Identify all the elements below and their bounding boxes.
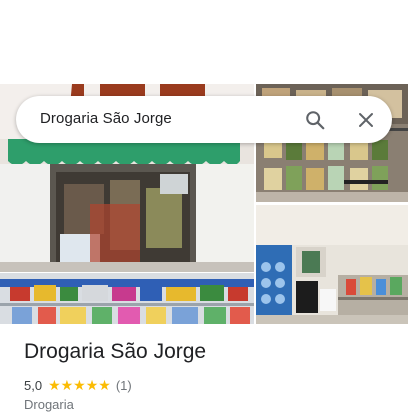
search-box[interactable]: Drogaria São Jorge bbox=[16, 96, 392, 143]
clear-search-button[interactable] bbox=[352, 106, 380, 134]
close-icon bbox=[359, 113, 373, 127]
rating-summary: 5,0 ★★★★★ (1) bbox=[24, 376, 132, 394]
place-category: Drogaria bbox=[24, 397, 74, 412]
map-header-area bbox=[0, 0, 408, 84]
search-input[interactable]: Drogaria São Jorge bbox=[40, 110, 172, 127]
place-title: Drogaria São Jorge bbox=[24, 340, 207, 363]
shelves-photo[interactable] bbox=[0, 273, 254, 324]
star-rating-icons: ★★★★★ bbox=[48, 376, 111, 393]
interior-photo[interactable] bbox=[256, 205, 408, 324]
search-button[interactable] bbox=[301, 106, 329, 134]
rating-value: 5,0 bbox=[24, 377, 43, 393]
search-icon bbox=[306, 111, 325, 130]
review-count-link[interactable]: (1) bbox=[116, 378, 132, 393]
